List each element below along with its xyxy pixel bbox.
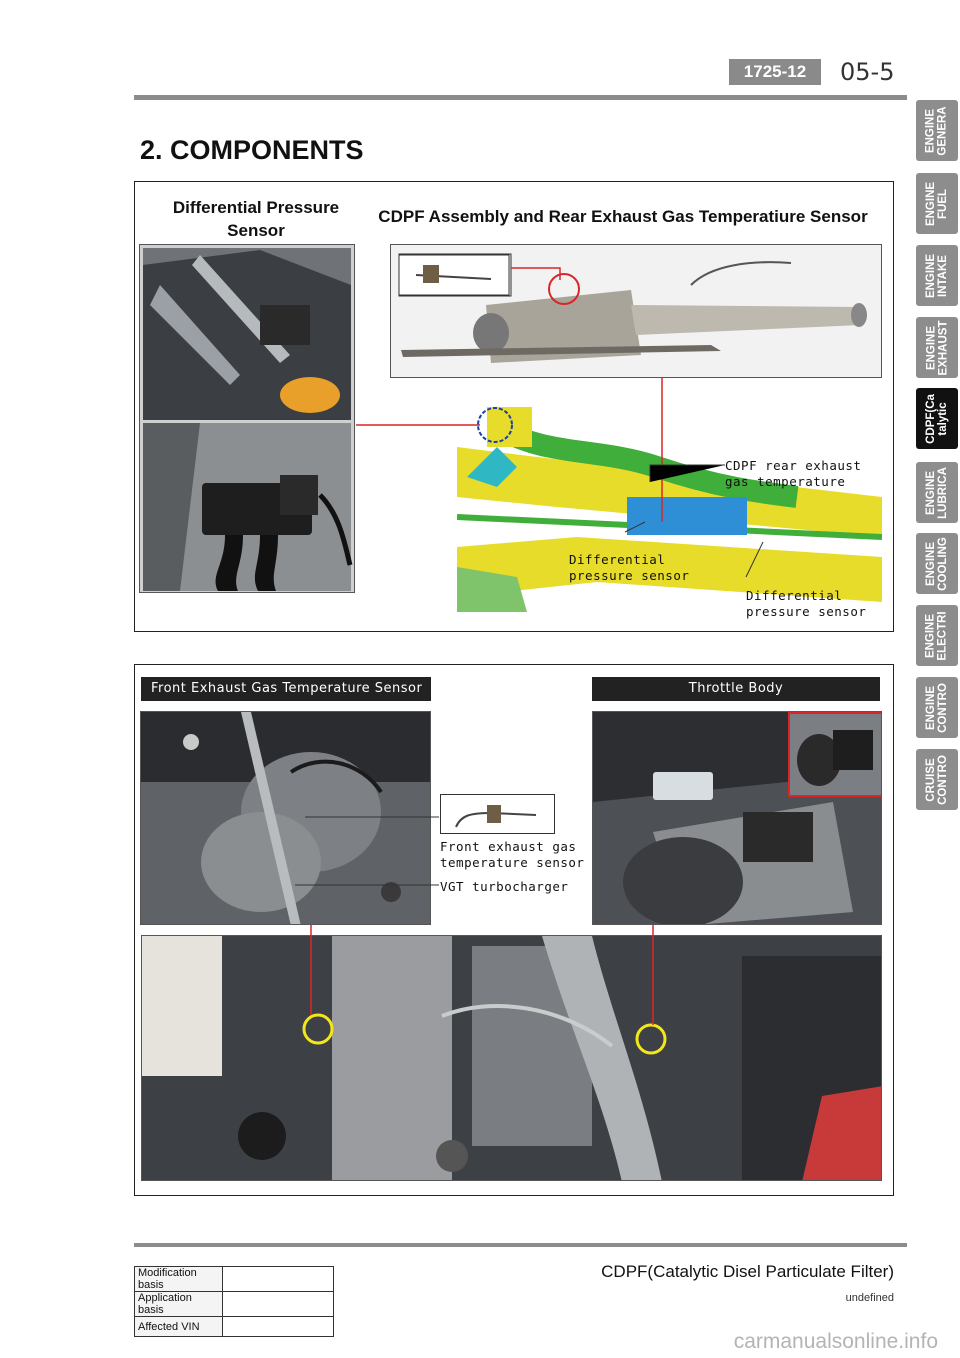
throttle-body-photo	[593, 712, 881, 924]
tab-engine-general[interactable]: ENGINE GENERA	[916, 100, 958, 161]
front-exhaust-photo-frame	[140, 711, 431, 925]
engine-components-panel: Front Exhaust Gas Temperature Sensor Thr…	[134, 664, 894, 1196]
cdpf-assembly-photo	[391, 245, 881, 377]
tab-engine-electrical[interactable]: ENGINE ELECTRI	[916, 605, 958, 666]
front-exhaust-temp-label: Front Exhaust Gas Temperature Sensor	[141, 677, 431, 701]
front-temp-sensor-icon	[455, 805, 537, 828]
header-divider	[134, 95, 907, 100]
application-basis-label: Application basis	[134, 1291, 223, 1317]
tab-engine-lubrication[interactable]: ENGINE LUBRICA	[916, 462, 958, 523]
affected-vin-value	[222, 1316, 334, 1337]
throttle-body-label: Throttle Body	[592, 677, 880, 701]
tab-engine-cooling[interactable]: ENGINE COOLING	[916, 533, 958, 594]
differential-pressure-caption: Differential Pressure Sensor	[172, 198, 340, 240]
cdpf-assembly-photo-frame	[390, 244, 882, 378]
footer-title: CDPF(Catalytic Disel Particulate Filter)	[601, 1262, 894, 1281]
vgt-callout: VGT turbocharger	[440, 879, 569, 894]
tab-engine-exhaust[interactable]: ENGINE EXHAUST	[916, 317, 958, 378]
cdpf-assembly-caption: CDPF Assembly and Rear Exhaust Gas Tempe…	[378, 207, 868, 226]
affected-vin-label: Affected VIN	[134, 1316, 223, 1337]
tab-engine-intake[interactable]: ENGINE INTAKE	[916, 245, 958, 306]
modification-table: Modification basis Application basis Aff…	[134, 1266, 334, 1337]
diff-pressure-callout-2: Differential pressure sensor	[746, 588, 867, 619]
engine-bay-photo-frame	[141, 935, 882, 1181]
footer-divider	[134, 1243, 907, 1247]
watermark: carmanualsonline.info	[733, 1330, 938, 1353]
tab-cdpf[interactable]: CDPF(Ca talytic	[916, 388, 958, 449]
throttle-body-photo-frame	[592, 711, 882, 925]
engine-bay-photo	[142, 936, 881, 1180]
tab-engine-fuel[interactable]: ENGINE FUEL	[916, 173, 958, 234]
modification-basis-value	[222, 1266, 334, 1292]
tab-cruise-control[interactable]: CRUISE CONTRO	[916, 749, 958, 810]
front-exhaust-photo	[141, 712, 430, 924]
cdpf-rear-temp-callout: CDPF rear exhaust gas temperature	[725, 458, 862, 489]
footer-subtitle: undefined	[845, 1292, 894, 1304]
section-title: 2. COMPONENTS	[140, 135, 364, 165]
cdpf-components-panel: Differential Pressure Sensor CDPF Assemb…	[134, 181, 894, 632]
page-number: 05-5	[840, 58, 895, 86]
table-row: Modification basis	[134, 1266, 334, 1292]
diff-pressure-callout-1: Differential pressure sensor	[569, 552, 690, 583]
page-code-badge: 1725-12	[729, 59, 821, 85]
application-basis-value	[222, 1291, 334, 1317]
front-temp-sensor-inset	[440, 794, 555, 834]
front-temp-callout: Front exhaust gas temperature sensor	[440, 839, 585, 870]
tab-engine-control[interactable]: ENGINE CONTRO	[916, 677, 958, 738]
table-row: Application basis	[134, 1291, 334, 1317]
differential-pressure-photo	[140, 245, 354, 592]
modification-basis-label: Modification basis	[134, 1266, 223, 1292]
differential-pressure-photo-frame	[139, 244, 355, 593]
table-row: Affected VIN	[134, 1316, 334, 1337]
